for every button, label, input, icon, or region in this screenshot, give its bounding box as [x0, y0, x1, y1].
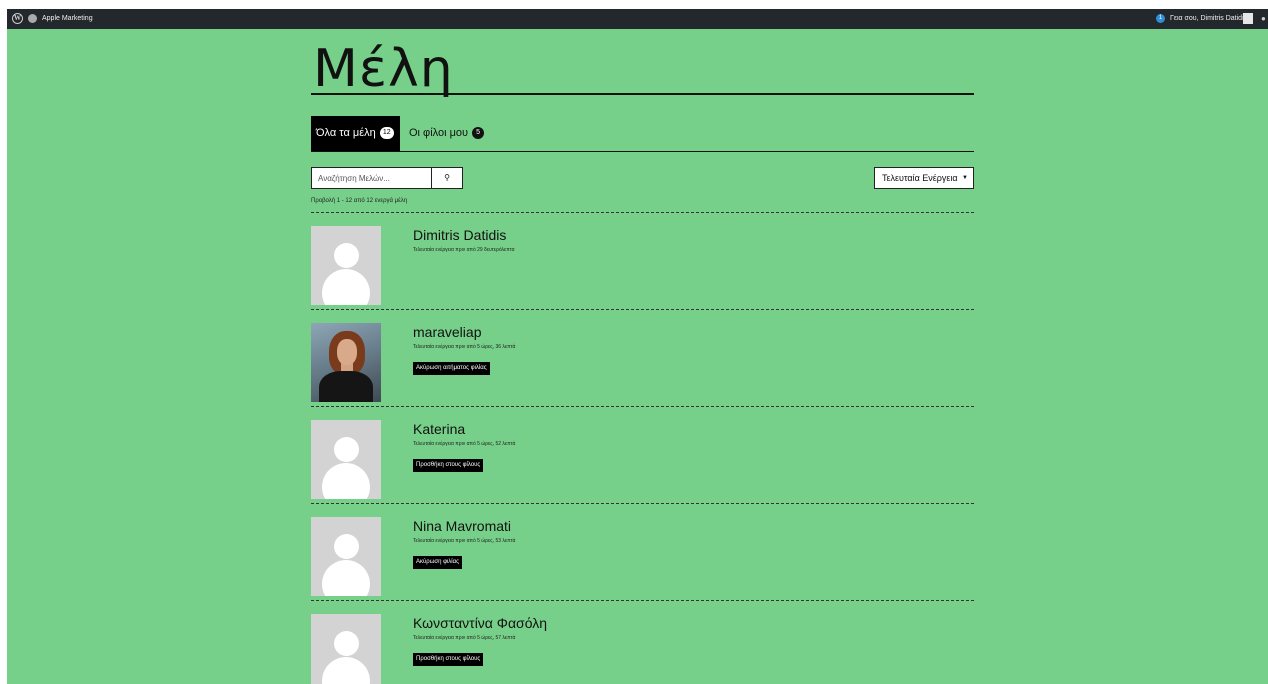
order-by-select[interactable]: Τελευταία Ενέργεια ▼ — [874, 167, 974, 189]
title-divider — [311, 93, 974, 95]
tab-my-friends-count: 5 — [472, 127, 485, 140]
site-name-link[interactable]: Apple Marketing — [42, 15, 93, 22]
tab-all-members-count: 12 — [379, 127, 394, 140]
admin-bar: W Apple Marketing 1 Γεια σου, Dimitris D… — [7, 9, 1268, 29]
member-last-activity: Τελευταία ενέργεια πριν από 5 ώρες, 36 λ… — [413, 344, 516, 350]
search-button[interactable]: ⚲ — [432, 168, 462, 188]
tab-all-members-label: Όλα τα μέλη — [316, 127, 376, 139]
members-search-form: ⚲ — [311, 167, 463, 189]
members-directory: Μέλη Όλα τα μέλη12 Οι φίλοι μου5 ⚲ Τελευ… — [311, 29, 974, 684]
member-count-text: Προβολή 1 - 12 από 12 ενεργά μέλη — [311, 198, 408, 204]
account-greeting[interactable]: Γεια σου, Dimitris Datidis — [1170, 15, 1247, 22]
member-last-activity: Τελευταία ενέργεια πριν από 5 ώρες, 57 λ… — [413, 635, 516, 641]
wordpress-logo-icon[interactable]: W — [12, 13, 23, 24]
member-last-activity: Τελευταία ενέργεια πριν από 5 ώρες, 52 λ… — [413, 441, 516, 447]
list-item: Katerina Τελευταία ενέργεια πριν από 5 ώ… — [311, 406, 974, 504]
default-avatar-head — [334, 631, 359, 656]
default-avatar-head — [334, 437, 359, 462]
member-name-link[interactable]: Katerina — [413, 421, 465, 437]
tab-my-friends-label: Οι φίλοι μου — [409, 127, 469, 139]
order-by-value: Τελευταία Ενέργεια — [882, 173, 958, 183]
add-friend-button[interactable]: Προσθήκη στους φίλους — [413, 459, 484, 472]
page-title: Μέλη — [313, 39, 454, 99]
members-tabs: Όλα τα μέλη 12 Οι φίλοι μου 5 — [311, 116, 974, 152]
browser-viewport: W Apple Marketing 1 Γεια σου, Dimitris D… — [7, 9, 1268, 684]
tab-all-members[interactable]: Όλα τα μέλη 12 — [311, 116, 400, 151]
add-friend-button[interactable]: Προσθήκη στους φίλους — [413, 653, 484, 666]
member-name-link[interactable]: maraveliap — [413, 324, 481, 340]
search-input[interactable] — [312, 168, 432, 188]
list-item: Dimitris Datidis Τελευταία ενέργεια πριν… — [311, 212, 974, 310]
search-icon[interactable]: ● — [1261, 14, 1266, 23]
site-home-icon[interactable] — [28, 14, 37, 23]
member-last-activity: Τελευταία ενέργεια πριν από 29 δευτερόλε… — [413, 247, 515, 253]
cancel-friend-request-button[interactable]: Ακύρωση αιτήματος φιλίας — [413, 362, 490, 375]
member-name-link[interactable]: Nina Mavromati — [413, 518, 511, 534]
member-last-activity: Τελευταία ενέργεια πριν από 5 ώρες, 53 λ… — [413, 538, 516, 544]
search-icon: ⚲ — [444, 173, 450, 182]
member-name-link[interactable]: Κωνσταντίνα Φασόλη — [413, 615, 547, 631]
member-avatar-photo[interactable] — [311, 323, 381, 402]
cancel-friendship-button[interactable]: Ακύρωση φιλίας — [413, 556, 463, 569]
list-item: Nina Mavromati Τελευταία ενέργεια πριν α… — [311, 503, 974, 601]
member-avatar[interactable] — [311, 420, 381, 499]
default-avatar-head — [334, 243, 359, 268]
member-avatar[interactable] — [311, 517, 381, 596]
notification-badge[interactable]: 1 — [1156, 14, 1165, 23]
default-avatar-body — [322, 463, 370, 499]
member-avatar[interactable] — [311, 226, 381, 305]
member-name-link[interactable]: Dimitris Datidis — [413, 227, 506, 243]
photo-body — [319, 371, 373, 402]
tab-my-friends[interactable]: Οι φίλοι μου 5 — [409, 116, 485, 151]
default-avatar-head — [334, 534, 359, 559]
default-avatar-body — [322, 269, 370, 305]
member-avatar[interactable] — [311, 614, 381, 684]
default-avatar-body — [322, 560, 370, 596]
list-item: maraveliap Τελευταία ενέργεια πριν από 5… — [311, 309, 974, 407]
dropdown-arrow-icon: ▼ — [962, 175, 968, 181]
list-item: Κωνσταντίνα Φασόλη Τελευταία ενέργεια πρ… — [311, 600, 974, 684]
user-avatar[interactable] — [1243, 13, 1253, 24]
default-avatar-body — [322, 657, 370, 684]
photo-face — [337, 339, 357, 365]
